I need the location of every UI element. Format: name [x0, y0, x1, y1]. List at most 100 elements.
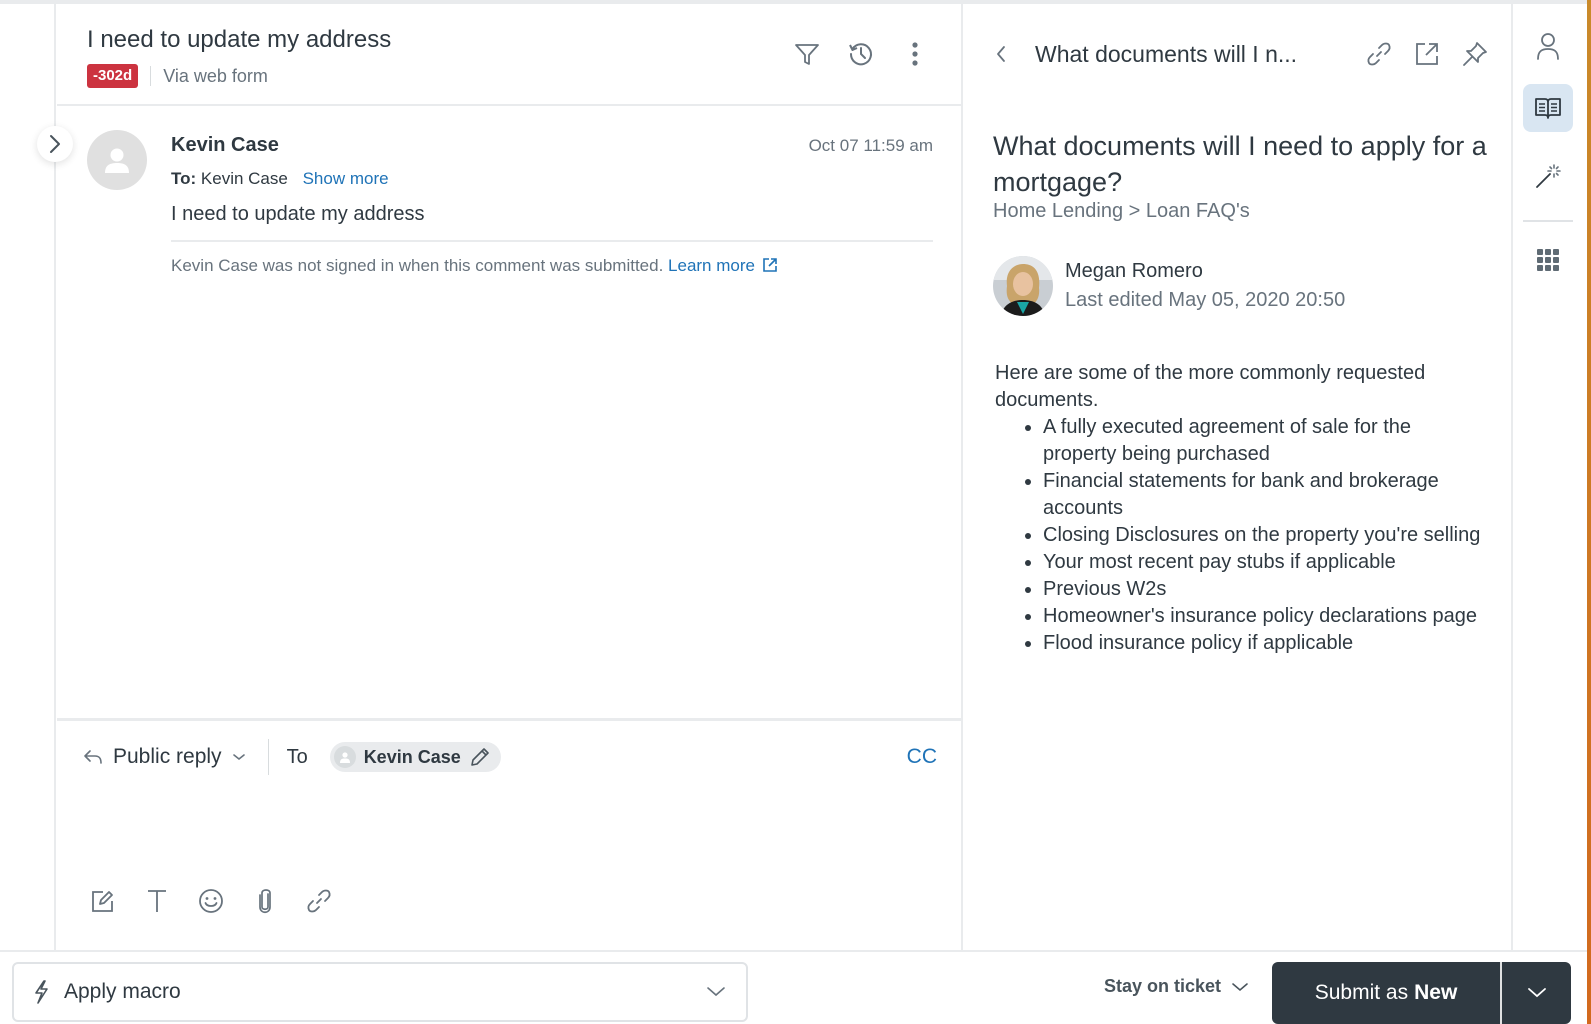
link-icon — [307, 889, 331, 913]
more-vertical-icon — [912, 42, 918, 66]
user-icon — [1537, 33, 1559, 60]
stay-on-ticket-dropdown[interactable]: Stay on ticket — [1104, 976, 1249, 997]
edit-pencil-icon[interactable] — [469, 746, 491, 768]
header-actions — [791, 38, 931, 70]
attachment-icon — [259, 889, 271, 914]
ticket-header: I need to update my address -302d Via we… — [57, 4, 961, 106]
external-link-icon — [762, 258, 777, 272]
chevron-down-icon — [1232, 982, 1248, 991]
author-avatar — [87, 130, 147, 190]
attachment-button[interactable] — [249, 885, 281, 917]
article-author: Megan Romero Last edited May 05, 2020 20… — [993, 256, 1345, 316]
article-breadcrumb: Home Lending > Loan FAQ's — [993, 200, 1250, 222]
chevron-down-icon — [1527, 988, 1546, 998]
stay-on-ticket-label: Stay on ticket — [1104, 976, 1222, 996]
pin-button[interactable] — [1459, 38, 1491, 70]
lightning-icon — [35, 980, 48, 1004]
list-item: Your most recent pay stubs if applicable — [1043, 549, 1485, 576]
show-more-link[interactable]: Show more — [303, 169, 389, 188]
learn-more-link[interactable]: Learn more — [668, 256, 778, 275]
submit-prefix: Submit as — [1314, 981, 1409, 1004]
more-options-button[interactable] — [899, 38, 931, 70]
reply-header: Public reply To Kevin Case CC — [83, 737, 937, 777]
link-button[interactable] — [303, 885, 335, 917]
rail-magic-wand[interactable] — [1523, 152, 1573, 200]
rail-customer-context[interactable] — [1523, 22, 1573, 70]
submit-status: New — [1414, 981, 1458, 1004]
to-label: To: — [171, 169, 197, 188]
list-item: Closing Disclosures on the property you'… — [1043, 522, 1485, 549]
signin-note: Kevin Case was not signed in when this c… — [171, 256, 933, 276]
author-name: Megan Romero — [1065, 260, 1203, 282]
reply-divider — [267, 739, 269, 775]
article-intro: Here are some of the more commonly reque… — [995, 362, 1426, 411]
author-portrait-icon — [993, 256, 1053, 316]
open-external-button[interactable] — [1411, 38, 1443, 70]
article-title: What documents will I need to apply for … — [993, 131, 1487, 197]
channel-label: Via web form — [163, 65, 268, 86]
submit-button-group: Submit as New — [1272, 962, 1571, 1024]
apply-macro-label: Apply macro — [64, 980, 181, 1003]
meta-divider — [150, 66, 152, 86]
filter-icon — [795, 44, 819, 65]
recipient-name: Kevin Case — [363, 746, 461, 767]
external-link-icon — [1416, 43, 1438, 65]
submit-divider — [1500, 962, 1502, 1024]
message-body: Kevin Case Oct 07 11:59 am To: Kevin Cas… — [171, 130, 933, 276]
app-rail — [1515, 4, 1587, 950]
filter-button[interactable] — [791, 38, 823, 70]
text-format-icon — [148, 890, 166, 912]
recipient-pill[interactable]: Kevin Case — [329, 742, 501, 772]
message-text: I need to update my address — [171, 203, 933, 242]
conversation-pane: I need to update my address -302d Via we… — [57, 4, 963, 950]
knowledge-pane: What documents will I n... What document… — [965, 4, 1513, 950]
apply-macro-dropdown[interactable]: Apply macro — [12, 962, 748, 1022]
cc-link[interactable]: CC — [907, 745, 937, 769]
reply-type-label: Public reply — [113, 745, 222, 768]
author-photo — [993, 256, 1053, 316]
knowledge-book-icon — [1535, 98, 1561, 119]
to-value: Kevin Case — [200, 169, 288, 188]
history-button[interactable] — [845, 38, 877, 70]
learn-more-label: Learn more — [668, 256, 755, 275]
compose-button[interactable] — [87, 885, 119, 917]
list-item: Homeowner's insurance policy declaration… — [1043, 603, 1485, 630]
article-header-title: What documents will I n... — [1035, 40, 1298, 67]
message-timestamp: Oct 07 11:59 am — [808, 136, 933, 155]
submit-button[interactable]: Submit as New — [1272, 962, 1500, 1024]
rail-apps[interactable] — [1523, 236, 1573, 284]
text-format-button[interactable] — [141, 885, 173, 917]
recipient-avatar — [333, 746, 356, 768]
back-button[interactable] — [985, 38, 1017, 70]
rail-divider — [1523, 220, 1573, 222]
history-icon — [849, 43, 872, 66]
copy-link-button[interactable] — [1363, 38, 1395, 70]
compose-icon — [92, 891, 113, 912]
desktop-background-edge — [1587, 0, 1591, 1024]
reply-composer: Public reply To Kevin Case CC — [57, 718, 961, 950]
message-recipients: To: Kevin Case Show more — [171, 169, 933, 189]
apps-grid-icon — [1537, 249, 1559, 271]
pin-icon — [1463, 42, 1487, 66]
ticket-footer: Apply macro Stay on ticket Submit as New — [0, 950, 1587, 1024]
user-placeholder-icon — [339, 752, 350, 763]
magic-wand-icon — [1536, 164, 1561, 188]
emoji-icon — [199, 889, 223, 913]
last-edited: Last edited May 05, 2020 20:50 — [1065, 289, 1346, 311]
list-item: A fully executed agreement of sale for t… — [1043, 414, 1485, 468]
signin-note-text: Kevin Case was not signed in when this c… — [171, 256, 664, 275]
emoji-button[interactable] — [195, 885, 227, 917]
reply-type-dropdown[interactable]: Public reply — [83, 745, 246, 769]
submit-options-button[interactable] — [1502, 962, 1571, 1024]
ticket-title: I need to update my address — [87, 26, 392, 53]
link-icon — [1367, 42, 1391, 66]
expand-panel-button[interactable] — [37, 126, 73, 162]
to-field-label: To — [286, 745, 308, 768]
rail-knowledge[interactable] — [1523, 84, 1573, 132]
chevron-right-icon — [50, 135, 60, 153]
user-placeholder-icon — [105, 148, 129, 173]
article-body: Here are some of the more commonly reque… — [995, 360, 1485, 657]
list-item: Flood insurance policy if applicable — [1043, 630, 1485, 657]
ticket-meta: -302d Via web form — [87, 64, 268, 88]
reply-arrow-icon — [84, 750, 102, 764]
